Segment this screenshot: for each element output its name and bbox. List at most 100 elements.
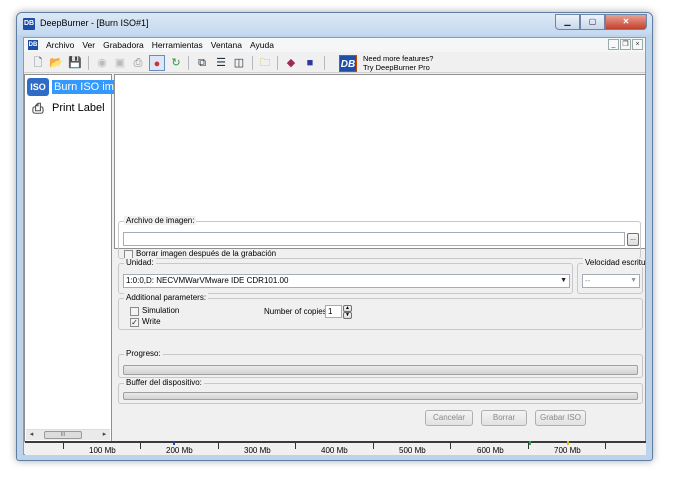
menu-herramientas[interactable]: Herramientas xyxy=(148,38,207,52)
drive-group-title: Unidad: xyxy=(124,258,156,267)
copies-up-icon[interactable]: ▲ xyxy=(343,305,352,312)
save-icon[interactable]: 💾 xyxy=(67,55,83,71)
copy-disc-icon[interactable]: ▣ xyxy=(112,55,128,71)
menu-ventana[interactable]: Ventana xyxy=(207,38,246,52)
ruler-tick xyxy=(63,443,64,449)
tile-horizontal-icon[interactable]: ☰ xyxy=(213,55,229,71)
disc-capacity-ruler: 100 Mb 200 Mb 300 Mb 400 Mb 500 Mb 600 M… xyxy=(25,441,646,455)
burn-iso-button[interactable]: Grabar ISO xyxy=(535,410,586,426)
cascade-icon[interactable]: ⧉ xyxy=(194,55,210,71)
buffer-title: Buffer del dispositivo: xyxy=(124,378,204,387)
window-controls: ▁ ▢ ✕ xyxy=(555,14,647,30)
progress-group: Progreso: xyxy=(118,349,643,378)
project-sidebar: ISO Burn ISO im ⎙ Print Label ◂ III ▸ xyxy=(24,74,116,442)
ruler-label-200: 200 Mb xyxy=(166,446,193,455)
sidebar-item-burn-iso[interactable]: ISO Burn ISO im xyxy=(27,77,116,97)
ruler-label-100: 100 Mb xyxy=(89,446,116,455)
cube-icon[interactable]: ■ xyxy=(302,55,318,71)
mdi-restore-button[interactable]: ❐ xyxy=(620,39,631,50)
progress-bar xyxy=(123,365,638,375)
scroll-left-icon[interactable]: ◂ xyxy=(26,430,37,440)
menu-ayuda[interactable]: Ayuda xyxy=(246,38,278,52)
client-area: DB Archivo Ver Grabadora Herramientas Ve… xyxy=(23,37,646,455)
ruler-marker xyxy=(173,441,175,445)
ruler-marker xyxy=(567,441,569,445)
sidebar-item-label: Print Label xyxy=(52,102,105,114)
erase-button[interactable]: Borrar xyxy=(481,410,527,426)
cancel-button[interactable]: Cancelar xyxy=(425,410,473,426)
sidebar-item-print-label[interactable]: ⎙ Print Label xyxy=(27,98,105,118)
toolbar-separator xyxy=(88,56,89,70)
minimize-button[interactable]: ▁ xyxy=(555,14,580,30)
toolbar-separator xyxy=(277,56,278,70)
copies-down-icon[interactable]: ▼ xyxy=(343,312,352,319)
drive-group: Unidad: 1:0:0,D: NECVMWarVMware IDE CDR1… xyxy=(118,258,573,294)
ruler-tick xyxy=(373,443,374,449)
iso-icon: ISO xyxy=(27,78,49,96)
write-speed-group: Velocidad escritura -- ▼ xyxy=(577,258,645,294)
delete-image-label: Borrar imagen después de la grabación xyxy=(136,249,277,258)
copies-label: Number of copies: xyxy=(264,307,329,316)
toolbar: 🗋 📂 💾 ◉ ▣ ⎙ ● ↻ ⧉ ☰ ◫ 🗀 ◆ ■ DB Need more… xyxy=(24,53,645,73)
toolbar-separator xyxy=(324,56,325,70)
menu-ver[interactable]: Ver xyxy=(78,38,99,52)
write-label: Write xyxy=(142,317,161,326)
buffer-group: Buffer del dispositivo: xyxy=(118,378,643,404)
ruler-label-500: 500 Mb xyxy=(399,446,426,455)
open-icon[interactable]: 📂 xyxy=(48,55,64,71)
sidebar-item-label: Burn ISO im xyxy=(52,80,116,94)
write-speed-value: -- xyxy=(585,276,591,285)
write-speed-select[interactable]: -- ▼ xyxy=(582,274,640,288)
drive-select[interactable]: 1:0:0,D: NECVMWarVMware IDE CDR101.00 ▼ xyxy=(123,274,570,288)
menu-bar: DB Archivo Ver Grabadora Herramientas Ve… xyxy=(24,38,645,52)
scroll-thumb[interactable]: III xyxy=(44,431,82,439)
maximize-button[interactable]: ▢ xyxy=(580,14,605,30)
toolbar-separator xyxy=(252,56,253,70)
new-icon[interactable]: 🗋 xyxy=(30,55,46,71)
drive-select-value: 1:0:0,D: NECVMWarVMware IDE CDR101.00 xyxy=(126,276,289,285)
mdi-close-button[interactable]: × xyxy=(632,39,643,50)
copies-field[interactable]: 1 xyxy=(325,305,342,318)
scroll-right-icon[interactable]: ▸ xyxy=(99,430,110,440)
ruler-label-400: 400 Mb xyxy=(321,446,348,455)
browse-button[interactable]: ... xyxy=(627,233,639,246)
tile-vertical-icon[interactable]: ◫ xyxy=(231,55,247,71)
menu-grabadora[interactable]: Grabadora xyxy=(99,38,148,52)
book-icon[interactable]: ◆ xyxy=(283,55,299,71)
sidebar-horizontal-scrollbar[interactable]: ◂ III ▸ xyxy=(26,429,110,440)
erase-disc-icon[interactable]: ◉ xyxy=(94,55,110,71)
printer-icon: ⎙ xyxy=(32,100,44,116)
ruler-label-300: 300 Mb xyxy=(244,446,271,455)
ruler-tick xyxy=(218,443,219,449)
ruler-label-600: 600 Mb xyxy=(477,446,504,455)
chevron-down-icon: ▼ xyxy=(630,277,637,284)
write-speed-label: Velocidad escritura xyxy=(583,258,645,267)
ruler-tick xyxy=(140,443,141,449)
image-file-group-title: Archivo de imagen: xyxy=(124,216,197,225)
folder-icon[interactable]: 🗀 xyxy=(257,55,273,71)
ruler-label-700: 700 Mb xyxy=(554,446,581,455)
refresh-icon[interactable]: ↻ xyxy=(168,55,184,71)
close-button[interactable]: ✕ xyxy=(605,14,647,30)
menu-archivo[interactable]: Archivo xyxy=(42,38,78,52)
write-checkbox[interactable]: ✓ xyxy=(130,318,139,327)
pro-promo-link[interactable]: Need more features? Try DeepBurner Pro xyxy=(363,54,433,72)
ruler-marker xyxy=(529,441,531,445)
mdi-controls: _ ❐ × xyxy=(607,39,643,50)
additional-parameters-title: Additional parameters: xyxy=(124,293,209,302)
ruler-tick xyxy=(295,443,296,449)
title-bar[interactable]: DB DeepBurner - [Burn ISO#1] ▁ ▢ ✕ xyxy=(17,13,652,35)
progress-title: Progreso: xyxy=(124,349,163,358)
additional-parameters-group: Additional parameters: Simulation ✓ Writ… xyxy=(118,293,643,330)
simulation-checkbox[interactable] xyxy=(130,307,139,316)
chevron-down-icon: ▼ xyxy=(560,277,567,284)
deepburner-pro-logo[interactable]: DB xyxy=(339,55,357,72)
burn-icon[interactable]: ● xyxy=(149,55,165,71)
mdi-minimize-button[interactable]: _ xyxy=(608,39,619,50)
toolbar-separator xyxy=(188,56,189,70)
mdi-child-icon[interactable]: DB xyxy=(28,40,38,50)
promo-line-2: Try DeepBurner Pro xyxy=(363,62,430,72)
simulation-label: Simulation xyxy=(142,306,180,315)
print-icon[interactable]: ⎙ xyxy=(130,55,146,71)
image-path-field[interactable] xyxy=(123,232,625,246)
